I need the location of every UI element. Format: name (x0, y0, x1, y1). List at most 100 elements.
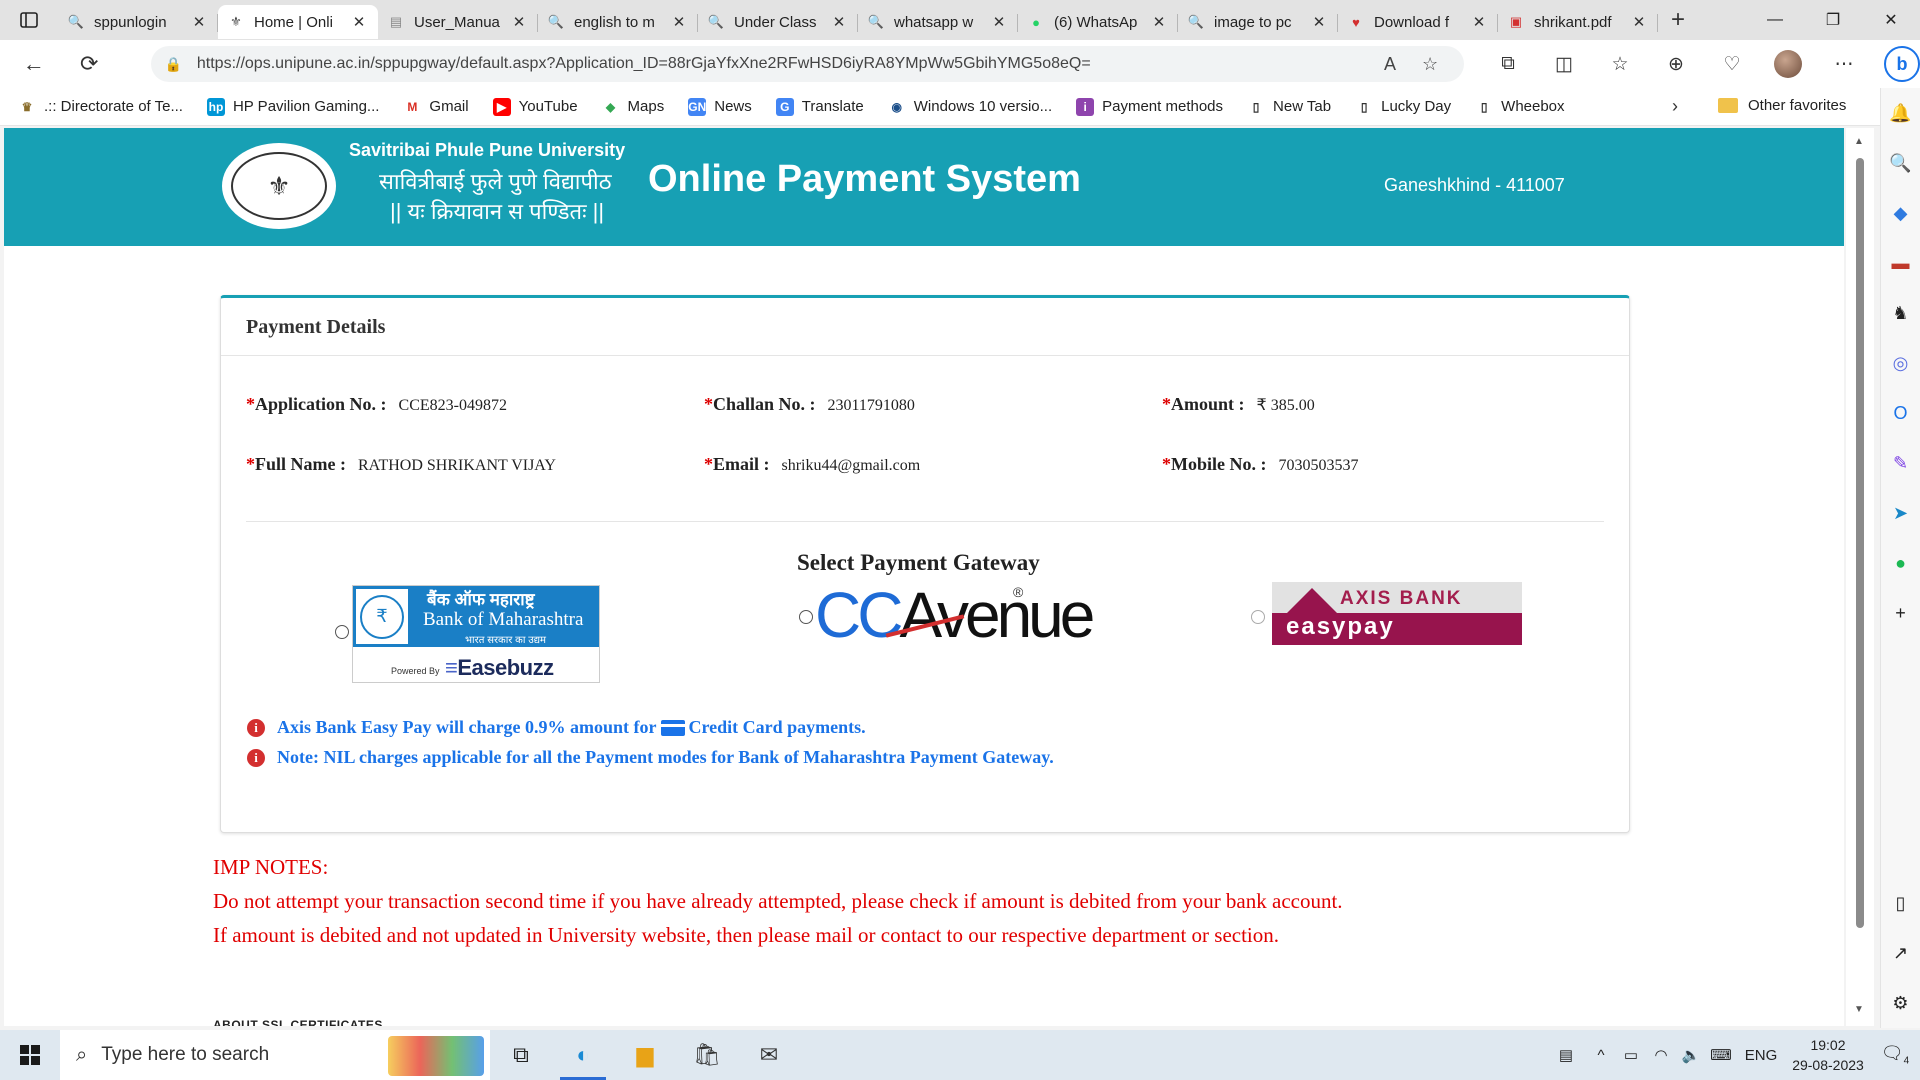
notification-bell-icon[interactable]: 🔔 (1881, 88, 1920, 138)
favorite-link[interactable]: ◉ Windows 10 versio... (888, 98, 1052, 116)
search-icon[interactable]: 🔍 (1881, 138, 1920, 188)
tab-close-icon[interactable]: ✕ (670, 13, 688, 31)
browser-tab[interactable]: 🔍 english to m ✕ (538, 5, 698, 39)
browser-tab[interactable]: ♥ Download f ✕ (1338, 5, 1498, 39)
favorite-link[interactable]: ▯ New Tab (1247, 98, 1331, 116)
add-sidebar-app-icon[interactable]: + (1881, 588, 1920, 638)
tab-close-icon[interactable]: ✕ (1310, 13, 1328, 31)
browser-tab[interactable]: ● (6) WhatsAp ✕ (1018, 5, 1178, 39)
browser-tab[interactable]: ▤ User_Manua ✕ (378, 5, 538, 39)
file-explorer-icon[interactable]: ▆ (614, 1030, 676, 1080)
favorites-overflow-chevron-icon[interactable]: › (1672, 96, 1678, 117)
send-icon[interactable]: ➤ (1881, 488, 1920, 538)
browser-tab[interactable]: 🔍 whatsapp w ✕ (858, 5, 1018, 39)
tools-briefcase-icon[interactable]: ▬ (1881, 238, 1920, 288)
wifi-icon[interactable]: ◠ (1646, 1046, 1676, 1064)
favorite-link[interactable]: ▯ Lucky Day (1355, 98, 1451, 116)
radio-ccavenue[interactable] (799, 610, 813, 624)
edge-browser-icon[interactable]: ◐ (552, 1030, 614, 1080)
performance-icon[interactable]: ♡ (1704, 53, 1760, 76)
browser-tab[interactable]: 🔍 Under Class ✕ (698, 5, 858, 39)
show-hidden-icons-chevron[interactable]: ^ (1586, 1047, 1616, 1064)
spotify-icon[interactable]: ● (1881, 538, 1920, 588)
split-screen-icon[interactable]: ◫ (1536, 53, 1592, 76)
email-label: Email : (713, 454, 770, 474)
microsoft-365-icon[interactable]: ◎ (1881, 338, 1920, 388)
favorite-star-icon[interactable]: ☆ (1410, 54, 1450, 75)
start-button[interactable] (0, 1030, 60, 1080)
profile-avatar[interactable] (1774, 50, 1803, 78)
favorite-link[interactable]: ▯ Wheebox (1475, 98, 1565, 116)
refresh-button[interactable]: ⟳ (67, 44, 110, 84)
maximize-button[interactable]: ❐ (1804, 0, 1862, 40)
keyboard-icon[interactable]: ⌨ (1706, 1046, 1736, 1064)
bing-copilot-icon[interactable]: b (1884, 46, 1920, 82)
new-tab-button[interactable]: + (1658, 6, 1698, 34)
favorite-link[interactable]: M Gmail (403, 98, 468, 116)
favorite-label: Wheebox (1501, 98, 1565, 115)
tab-close-icon[interactable]: ✕ (350, 13, 368, 31)
mail-icon[interactable]: ✉ (738, 1030, 800, 1080)
bank-of-maharashtra-logo[interactable]: ₹ बैंक ऑफ महाराष्ट्र Bank of Maharashtra… (352, 585, 600, 683)
browser-tab[interactable]: 🔍 image to pc ✕ (1178, 5, 1338, 39)
tab-actions-icon[interactable] (0, 0, 58, 40)
browser-tab[interactable]: 🔍 sppunlogin ✕ (58, 5, 218, 39)
favorite-link[interactable]: ▶ YouTube (492, 97, 578, 116)
url-text[interactable]: https://ops.unipune.ac.in/sppupgway/defa… (197, 55, 1370, 73)
outlook-icon[interactable]: O (1881, 388, 1920, 438)
favorites-icon[interactable]: ☆ (1592, 53, 1648, 76)
minimize-button[interactable]: — (1746, 0, 1804, 40)
sidebar-toggle-icon[interactable]: ▯ (1881, 878, 1920, 928)
notification-center-icon[interactable]: 🗨4 (1870, 1043, 1920, 1067)
favorite-link[interactable]: hp HP Pavilion Gaming... (206, 97, 379, 116)
tab-close-icon[interactable]: ✕ (1630, 13, 1648, 31)
browser-tab[interactable]: ⚜ Home | Onli ✕ (218, 5, 378, 39)
task-view-icon[interactable]: ⧉ (490, 1030, 552, 1080)
tab-close-icon[interactable]: ✕ (1470, 13, 1488, 31)
browser-tab[interactable]: ▣ shrikant.pdf ✕ (1498, 5, 1658, 39)
other-favorites-folder[interactable]: Other favorites (1718, 97, 1846, 114)
tab-close-icon[interactable]: ✕ (830, 13, 848, 31)
designer-icon[interactable]: ✎ (1881, 438, 1920, 488)
tab-close-icon[interactable]: ✕ (990, 13, 1008, 31)
favorite-link[interactable]: i Payment methods (1076, 97, 1223, 116)
open-external-icon[interactable]: ↗ (1881, 928, 1920, 978)
ccavenue-logo[interactable]: CCAvenue ® (815, 579, 1095, 651)
games-icon[interactable]: ♞ (1881, 288, 1920, 338)
axis-bank-easypay-logo[interactable]: AXIS BANK easypay (1272, 582, 1522, 645)
address-bar[interactable]: 🔒 https://ops.unipune.ac.in/sppupgway/de… (150, 46, 1465, 82)
volume-icon[interactable]: 🔈 (1676, 1046, 1706, 1064)
scroll-up-arrow-icon[interactable]: ▲ (1854, 136, 1864, 147)
read-aloud-icon[interactable]: A (1370, 54, 1410, 75)
close-window-button[interactable]: ✕ (1862, 0, 1920, 40)
scrollbar-thumb[interactable] (1856, 158, 1864, 928)
language-indicator[interactable]: ENG (1736, 1047, 1786, 1064)
page-scrollbar[interactable]: ▲ ▼ (1846, 128, 1874, 1026)
scroll-down-arrow-icon[interactable]: ▼ (1854, 1004, 1864, 1015)
shopping-tag-icon[interactable]: ◆ (1881, 188, 1920, 238)
taskbar-search[interactable]: ⌕ Type here to search (60, 1030, 490, 1080)
battery-icon[interactable]: ▭ (1616, 1046, 1646, 1064)
favorite-link[interactable]: GN News (688, 97, 752, 116)
lock-icon[interactable]: 🔒 (165, 56, 187, 73)
radio-bank-of-maharashtra[interactable] (335, 625, 349, 639)
taskbar-clock[interactable]: 19:02 29-08-2023 (1786, 1035, 1870, 1075)
favorite-link[interactable]: ♛ .:: Directorate of Te... (18, 98, 183, 116)
tab-close-icon[interactable]: ✕ (1150, 13, 1168, 31)
favorite-label: Maps (627, 98, 665, 115)
news-widget-icon[interactable]: ▤ (1546, 1046, 1586, 1064)
favorite-link[interactable]: G Translate (775, 97, 864, 116)
card-heading: Payment Details (221, 298, 1629, 356)
more-menu-icon[interactable]: ⋯ (1816, 53, 1872, 76)
powered-by-label: Powered By (391, 666, 440, 676)
settings-gear-icon[interactable]: ⚙ (1881, 978, 1920, 1028)
tab-close-icon[interactable]: ✕ (190, 13, 208, 31)
microsoft-store-icon[interactable]: 🛍 (676, 1030, 738, 1080)
tab-close-icon[interactable]: ✕ (510, 13, 528, 31)
radio-axis-bank-easypay[interactable] (1251, 610, 1265, 624)
back-button[interactable]: ← (12, 44, 55, 84)
extensions-icon[interactable]: ⧉ (1480, 53, 1536, 75)
collections-icon[interactable]: ⊕ (1648, 53, 1704, 76)
university-motto: || यः क्रियावान स पण्डितः || (390, 199, 605, 224)
favorite-link[interactable]: ◆ Maps (602, 98, 665, 116)
